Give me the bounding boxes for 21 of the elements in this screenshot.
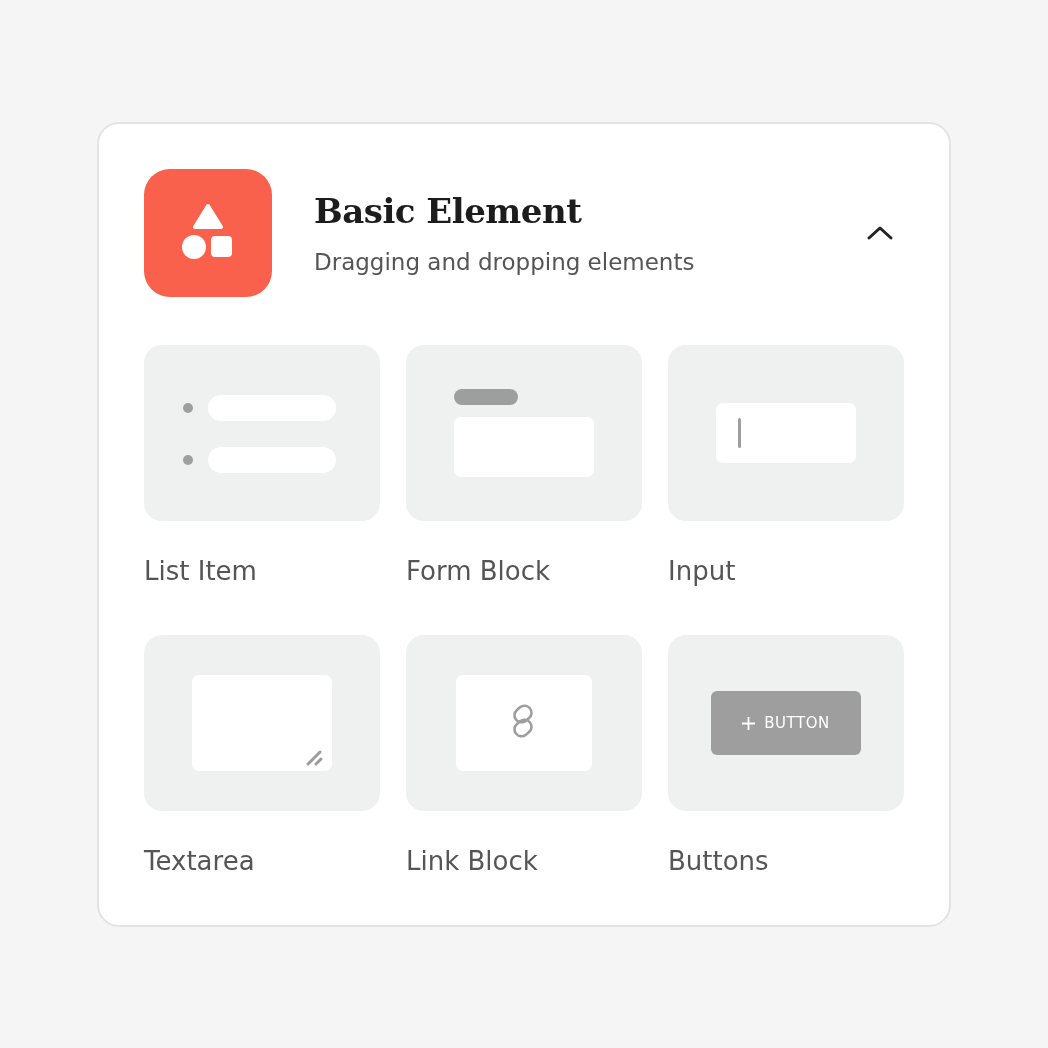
link-preview-icon <box>456 675 592 771</box>
input-preview-icon <box>716 403 856 463</box>
element-tile[interactable] <box>406 635 642 811</box>
element-label: Textarea <box>144 845 256 878</box>
element-label: Buttons <box>668 845 770 878</box>
button-preview-label: BUTTON <box>764 714 830 732</box>
element-label: Form Block <box>406 555 552 588</box>
element-tile[interactable]: BUTTON <box>668 635 904 811</box>
element-tile[interactable] <box>144 635 380 811</box>
element-label: Link Block <box>406 845 539 878</box>
element-tile[interactable] <box>406 345 642 521</box>
plus-icon <box>742 716 756 730</box>
element-tile[interactable] <box>144 345 380 521</box>
panel-subtitle: Dragging and dropping elements <box>314 249 696 275</box>
element-tile[interactable] <box>668 345 904 521</box>
textarea-preview-icon <box>192 675 332 771</box>
element-label: Input <box>668 555 737 588</box>
panel-title: Basic Element <box>314 191 583 231</box>
element-label: List Item <box>144 555 258 588</box>
shapes-icon <box>144 169 272 297</box>
form-preview-icon <box>454 389 594 477</box>
